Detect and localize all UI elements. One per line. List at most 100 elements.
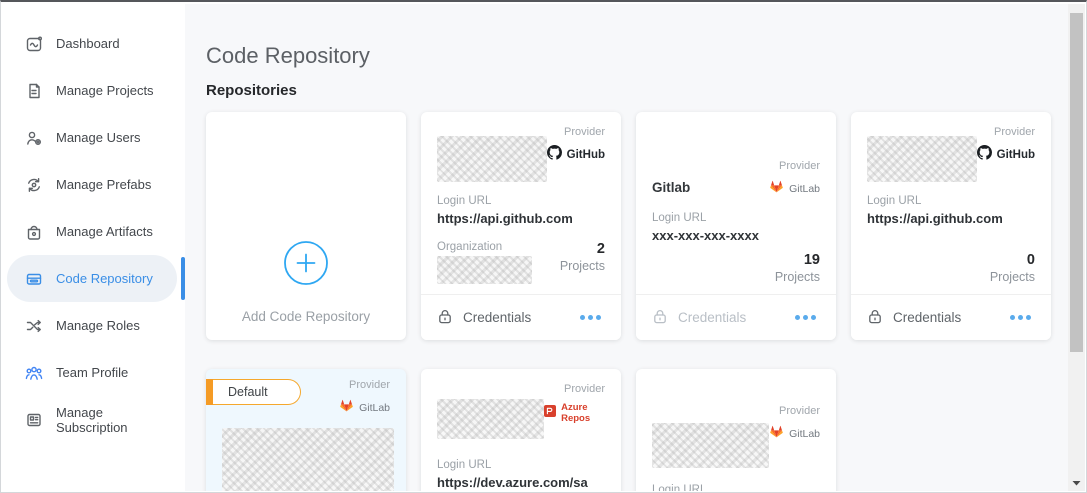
- chevron-down-icon[interactable]: [1068, 480, 1085, 486]
- projects-label: Projects: [775, 270, 820, 284]
- vertical-scrollbar[interactable]: [1068, 4, 1085, 491]
- gitlab-icon: [769, 424, 784, 444]
- projects-label: Projects: [560, 259, 605, 273]
- lock-icon: [652, 308, 668, 328]
- gear-refresh-icon: [25, 176, 43, 194]
- repository-card: Provider GitHub Login URL https://api.gi…: [421, 112, 621, 340]
- redacted-repo-name: [652, 423, 769, 468]
- login-url-value: https://dev.azure.com/saimanikantabhaa: [437, 474, 589, 491]
- sidebar-item-label: Manage Projects: [56, 83, 154, 98]
- badge-accent-bar: [206, 379, 213, 405]
- provider-name: GitLab: [359, 402, 390, 414]
- provider-label: Provider: [564, 126, 605, 138]
- sidebar-item-manage-subscription[interactable]: Manage Subscription: [7, 396, 177, 443]
- provider-label: Provider: [779, 160, 820, 172]
- add-code-repository-card[interactable]: Add Code Repository: [206, 112, 406, 340]
- repository-card-grid: Add Code Repository Provider GitHub: [206, 112, 1051, 491]
- sidebar-item-manage-projects[interactable]: Manage Projects: [7, 67, 177, 114]
- credentials-button[interactable]: Credentials: [652, 308, 746, 328]
- redacted-organization: [437, 256, 532, 284]
- add-card-label: Add Code Repository: [242, 309, 370, 324]
- github-icon: [547, 145, 562, 165]
- provider-name: GitHub: [997, 149, 1035, 161]
- card-menu-button[interactable]: [1006, 311, 1035, 324]
- repository-card: Gitlab Provider GitLab Login URL xxx-xxx…: [636, 112, 836, 340]
- sidebar-item-code-repository[interactable]: Code Repository: [7, 255, 177, 302]
- redacted-repo-name: [437, 136, 547, 182]
- section-title: Repositories: [206, 82, 297, 99]
- sidebar-item-label: Manage Subscription: [56, 405, 169, 435]
- sidebar-item-team-profile[interactable]: Team Profile: [7, 349, 177, 396]
- projects-count: 2: [560, 241, 605, 257]
- login-url-label: Login URL: [437, 459, 605, 471]
- sidebar-item-manage-roles[interactable]: Manage Roles: [7, 302, 177, 349]
- credentials-button[interactable]: Credentials: [437, 308, 531, 328]
- projects-count: 0: [990, 252, 1035, 268]
- sidebar-item-manage-artifacts[interactable]: Manage Artifacts: [7, 208, 177, 255]
- scrollbar-thumb[interactable]: [1070, 13, 1083, 352]
- sidebar-item-label: Manage Prefabs: [56, 177, 151, 192]
- repository-card: Provider Azure Repos Login URL https://d…: [421, 369, 621, 491]
- provider-label: Provider: [349, 379, 390, 391]
- login-url-value: https://api.github.com: [437, 210, 589, 228]
- login-url-value: https://api.github.com: [867, 210, 1019, 228]
- shuffle-icon: [25, 317, 43, 335]
- login-url-label: Login URL: [652, 484, 820, 491]
- default-badge-label: Default: [213, 379, 301, 405]
- plus-icon: [283, 240, 329, 291]
- organization-label: Organization: [437, 241, 532, 253]
- gitlab-icon: [339, 398, 354, 418]
- sidebar-item-label: Manage Artifacts: [56, 224, 153, 239]
- sidebar-item-label: Code Repository: [56, 271, 153, 286]
- provider-name: GitLab: [789, 183, 820, 195]
- provider-label: Provider: [994, 126, 1035, 138]
- provider-label: Provider: [564, 383, 605, 395]
- sidebar-item-manage-users[interactable]: Manage Users: [7, 114, 177, 161]
- sidebar: Dashboard Manage Projects Manage Users M…: [1, 4, 185, 491]
- team-icon: [25, 364, 43, 382]
- projects-count: 19: [775, 252, 820, 268]
- repository-card: Provider GitHub Login URL https://api.gi…: [851, 112, 1051, 340]
- provider-name: Azure Repos: [561, 402, 605, 424]
- azure-repos-icon: [544, 404, 556, 422]
- github-icon: [977, 145, 992, 165]
- sidebar-item-label: Team Profile: [56, 365, 128, 380]
- dashboard-icon: [25, 35, 43, 53]
- sidebar-item-label: Manage Users: [56, 130, 141, 145]
- repo-name: Gitlab: [652, 180, 690, 195]
- sidebar-item-manage-prefabs[interactable]: Manage Prefabs: [7, 161, 177, 208]
- card-menu-button[interactable]: [576, 311, 605, 324]
- sidebar-item-label: Manage Roles: [56, 318, 140, 333]
- redacted-repo-name: [867, 136, 977, 182]
- login-url-label: Login URL: [437, 195, 605, 207]
- credentials-button[interactable]: Credentials: [867, 308, 961, 328]
- card-menu-button[interactable]: [791, 311, 820, 324]
- page-title: Code Repository: [206, 43, 370, 69]
- redacted-repo-name: [437, 399, 544, 439]
- redacted-repo-name: [222, 428, 394, 491]
- archive-box-icon: [25, 223, 43, 241]
- grid-empty-cell: [851, 369, 1051, 491]
- repository-card-default: Default Provider GitLab Login URL: [206, 369, 406, 491]
- provider-label: Provider: [779, 405, 820, 417]
- repository-tray-icon: [25, 270, 43, 288]
- credentials-label: Credentials: [678, 310, 746, 325]
- repository-card: Provider GitLab Login URL: [636, 369, 836, 491]
- main-content: Code Repository Repositories Add Code Re…: [185, 4, 1085, 491]
- default-badge: Default: [206, 379, 301, 405]
- login-url-label: Login URL: [867, 195, 1035, 207]
- provider-name: GitHub: [567, 149, 605, 161]
- sidebar-item-dashboard[interactable]: Dashboard: [7, 20, 177, 67]
- document-icon: [25, 82, 43, 100]
- subscription-card-icon: [25, 411, 43, 429]
- credentials-label: Credentials: [463, 310, 531, 325]
- projects-label: Projects: [990, 270, 1035, 284]
- credentials-label: Credentials: [893, 310, 961, 325]
- provider-name: GitLab: [789, 428, 820, 440]
- lock-icon: [867, 308, 883, 328]
- lock-icon: [437, 308, 453, 328]
- user-gear-icon: [25, 129, 43, 147]
- login-url-value: xxx-xxx-xxx-xxxx: [652, 227, 804, 245]
- login-url-label: Login URL: [652, 212, 820, 224]
- sidebar-item-label: Dashboard: [56, 36, 120, 51]
